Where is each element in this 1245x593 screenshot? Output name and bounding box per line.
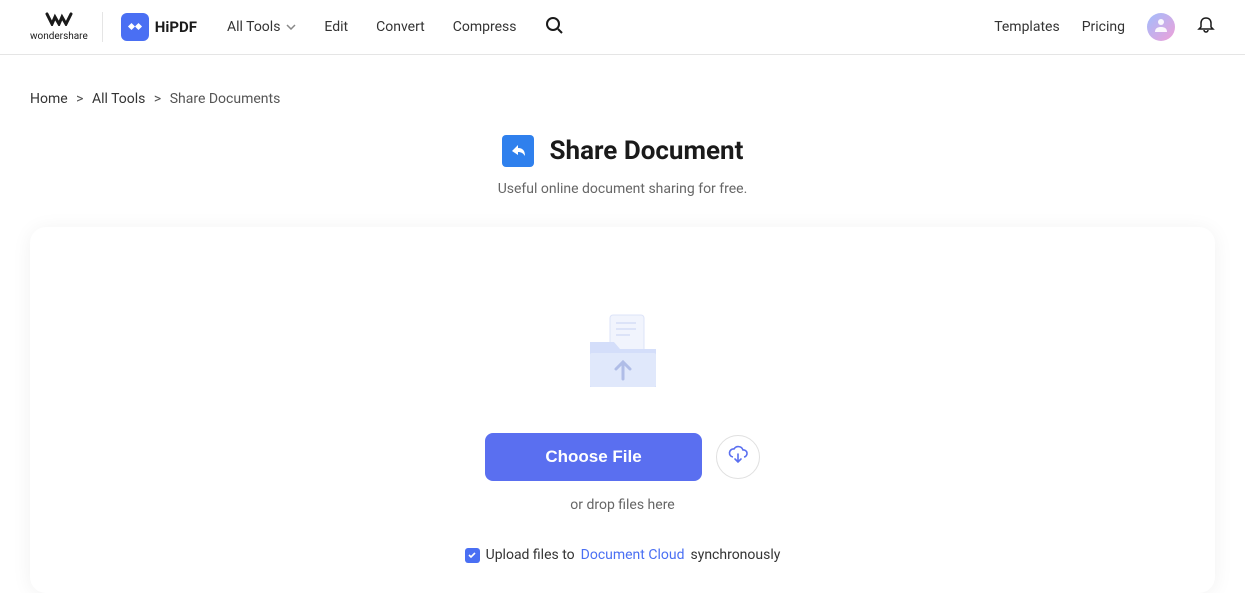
pricing-link[interactable]: Pricing bbox=[1082, 19, 1125, 35]
choose-file-row: Choose File bbox=[50, 433, 1195, 481]
sync-prefix-text: Upload files to bbox=[486, 547, 575, 563]
breadcrumb-home[interactable]: Home bbox=[30, 91, 68, 107]
notifications-button[interactable] bbox=[1197, 16, 1215, 38]
header-right: Templates Pricing bbox=[994, 13, 1215, 41]
nav-all-tools-label: All Tools bbox=[227, 19, 280, 35]
breadcrumb-current: Share Documents bbox=[170, 91, 281, 107]
search-button[interactable] bbox=[545, 16, 563, 38]
nav-convert-label: Convert bbox=[376, 19, 425, 35]
chevron-down-icon bbox=[286, 22, 296, 33]
app-header: wondershare HiPDF All Tools Edit Convert bbox=[0, 0, 1245, 55]
nav-edit-label: Edit bbox=[324, 19, 348, 35]
document-cloud-link[interactable]: Document Cloud bbox=[581, 547, 685, 563]
hipdf-logo-text: HiPDF bbox=[155, 18, 197, 36]
bell-icon bbox=[1197, 16, 1215, 38]
nav-compress-label: Compress bbox=[453, 19, 517, 35]
share-icon bbox=[502, 135, 534, 167]
breadcrumb-all-tools[interactable]: All Tools bbox=[92, 91, 145, 107]
hipdf-logo[interactable]: HiPDF bbox=[121, 13, 197, 41]
wondershare-logo[interactable]: wondershare bbox=[30, 12, 103, 42]
cloud-source-button[interactable] bbox=[716, 435, 760, 479]
page-title-wrap: Share Document bbox=[0, 135, 1245, 167]
main-nav: All Tools Edit Convert Compress bbox=[227, 16, 563, 38]
choose-file-button[interactable]: Choose File bbox=[485, 433, 701, 481]
nav-convert[interactable]: Convert bbox=[376, 19, 425, 35]
nav-compress[interactable]: Compress bbox=[453, 19, 517, 35]
sync-checkbox[interactable] bbox=[465, 548, 480, 563]
header-left: wondershare HiPDF All Tools Edit Convert bbox=[30, 12, 563, 42]
hipdf-logo-icon bbox=[121, 13, 149, 41]
cloud-download-icon bbox=[727, 444, 749, 470]
wondershare-logo-text: wondershare bbox=[30, 31, 88, 42]
wondershare-logo-icon bbox=[45, 12, 73, 30]
upload-illustration bbox=[50, 307, 1195, 397]
upload-card: Choose File or drop files here Upload fi… bbox=[30, 227, 1215, 593]
page-subtitle: Useful online document sharing for free. bbox=[0, 181, 1245, 197]
nav-all-tools[interactable]: All Tools bbox=[227, 19, 296, 35]
search-icon bbox=[545, 16, 563, 38]
templates-link[interactable]: Templates bbox=[994, 19, 1060, 35]
breadcrumb: Home > All Tools > Share Documents bbox=[0, 55, 1245, 107]
user-icon bbox=[1153, 17, 1169, 37]
nav-edit[interactable]: Edit bbox=[324, 19, 348, 35]
breadcrumb-separator: > bbox=[76, 91, 83, 107]
sync-upload-row: Upload files to Document Cloud synchrono… bbox=[50, 547, 1195, 563]
page-title: Share Document bbox=[550, 136, 744, 166]
drop-files-hint: or drop files here bbox=[50, 497, 1195, 513]
user-avatar[interactable] bbox=[1147, 13, 1175, 41]
breadcrumb-separator: > bbox=[154, 91, 161, 107]
sync-suffix-text: synchronously bbox=[690, 547, 780, 563]
